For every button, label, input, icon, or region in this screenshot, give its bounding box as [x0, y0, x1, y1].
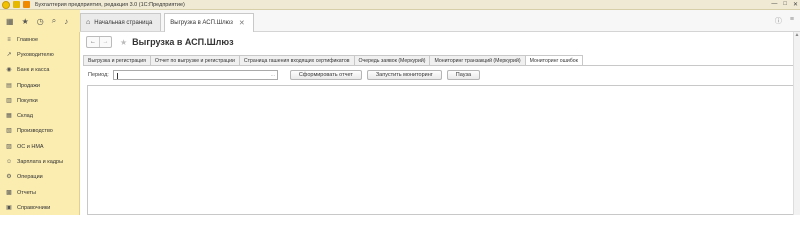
apps-grid-icon[interactable]: ▦: [6, 17, 14, 26]
report-area[interactable]: [87, 85, 795, 215]
sidebar-item-icon: ▨: [6, 143, 12, 150]
sidebar-item-label: Отчеты: [17, 189, 37, 196]
sidebar-item-icon: ▣: [6, 204, 12, 211]
top-toolbar: ▦ ★ ◷ ⌕ ♪ ⌂ Начальная страница Выгрузка …: [0, 10, 800, 32]
sidebar-item[interactable]: ◉ Банк и касса: [0, 63, 79, 78]
sidebar-item[interactable]: ▦ Склад: [0, 108, 79, 123]
start-monitoring-button[interactable]: Запустить мониторинг: [366, 70, 442, 80]
nav-buttons: ← →: [86, 36, 112, 48]
maximize-button[interactable]: □: [783, 1, 787, 8]
tab-home[interactable]: ⌂ Начальная страница: [80, 13, 162, 31]
generate-report-button[interactable]: Сформировать отчет: [289, 70, 362, 80]
scroll-up-icon[interactable]: ▲: [794, 32, 800, 38]
period-label: Период:: [88, 72, 109, 78]
sidebar-item-label: ОС и НМА: [17, 143, 44, 150]
sidebar-item-icon: ⚙: [6, 174, 12, 181]
app-logo-icon: [2, 0, 10, 9]
sidebar-item-label: Банк и касса: [17, 67, 50, 74]
sidebar-item-icon: ☺: [6, 159, 13, 166]
sidebar-item-icon: ◉: [6, 67, 12, 74]
sidebar-item-label: Продажи: [17, 82, 40, 89]
period-input[interactable]: …: [112, 70, 278, 80]
period-select-icon[interactable]: …: [269, 71, 277, 79]
home-icon: ⌂: [86, 19, 91, 26]
close-window-button[interactable]: ✕: [793, 1, 798, 8]
sidebar-item[interactable]: ⚙ Операции: [0, 170, 79, 185]
window-title: Бухгалтерия предприятия, редакция 3.0 (1…: [35, 1, 185, 8]
back-icon[interactable]: [23, 1, 30, 8]
tab-export-asp[interactable]: Выгрузка в АСП.Шлюз ✕: [164, 13, 254, 32]
sidebar-item-icon: ≡: [7, 36, 11, 43]
tab-export-asp-label: Выгрузка в АСП.Шлюз: [170, 20, 233, 26]
menu-icon[interactable]: [13, 1, 20, 8]
window-titlebar: Бухгалтерия предприятия, редакция 3.0 (1…: [0, 0, 800, 10]
open-tabs: ⌂ Начальная страница Выгрузка в АСП.Шлюз…: [80, 13, 257, 32]
favorite-star-icon[interactable]: ★: [120, 38, 127, 47]
sidebar-item-icon: ▦: [6, 113, 12, 120]
history-icon[interactable]: ◷: [37, 17, 44, 26]
star-icon[interactable]: ★: [22, 17, 29, 26]
sidebar-item-label: Главное: [17, 36, 39, 43]
toolbar-icons: ▦ ★ ◷ ⌕ ♪: [0, 10, 80, 32]
sidebar-item[interactable]: ▤ Продажи: [0, 78, 79, 93]
sidebar-item-label: Покупки: [17, 97, 38, 104]
subtabs-divider: [83, 65, 797, 66]
text-cursor: [116, 73, 118, 79]
sidebar-item[interactable]: ☺ Зарплата и кадры: [0, 154, 79, 169]
sidebar-item-label: Руководителю: [17, 51, 54, 58]
sidebar-item[interactable]: ↗ Руководителю: [0, 47, 79, 62]
sidebar-item-label: Склад: [17, 113, 33, 120]
window-controls: — □ ✕: [771, 1, 798, 8]
sidebar-item-icon: ▩: [6, 189, 12, 196]
sidebar-item[interactable]: ▩ Отчеты: [0, 185, 79, 200]
pause-button[interactable]: Пауза: [446, 70, 481, 80]
user-menu-icon[interactable]: ≡: [790, 16, 794, 26]
sidebar: ≡ Главное ↗ Руководителю ◉ Банк и касса ▤ Прода…: [0, 32, 80, 215]
minimize-button[interactable]: —: [771, 1, 777, 8]
sidebar-item-label: Зарплата и кадры: [17, 159, 64, 166]
sidebar-item-label: Операции: [17, 174, 43, 181]
close-tab-icon[interactable]: ✕: [239, 19, 245, 27]
sidebar-item-icon: ▧: [6, 128, 12, 135]
period-form: Период: … Сформировать отчет Запустить м…: [88, 70, 481, 80]
info-icon[interactable]: ⓘ: [775, 16, 782, 26]
vertical-scrollbar[interactable]: ▲: [793, 32, 800, 215]
bell-icon[interactable]: ♪: [64, 17, 68, 26]
main-content: ← → ★ Выгрузка в АСП.Шлюз Выгрузка и рег…: [80, 32, 800, 215]
nav-forward-button[interactable]: →: [99, 37, 111, 47]
page-header: ← → ★ Выгрузка в АСП.Шлюз: [86, 36, 234, 48]
sidebar-item[interactable]: ▧ Производство: [0, 124, 79, 139]
page-title: Выгрузка в АСП.Шлюз: [132, 37, 234, 47]
sidebar-item-icon: ↗: [6, 51, 12, 58]
tab-home-label: Начальная страница: [94, 19, 153, 26]
sidebar-item-icon: ▤: [6, 82, 12, 89]
search-icon[interactable]: ⌕: [52, 16, 56, 26]
nav-back-button[interactable]: ←: [87, 37, 99, 47]
sidebar-item[interactable]: ▨ ОС и НМА: [0, 139, 79, 154]
toolbar-right: ⓘ ≡: [775, 16, 794, 26]
sidebar-item[interactable]: ▥ Покупки: [0, 93, 79, 108]
sidebar-item-label: Производство: [17, 128, 53, 135]
sidebar-item[interactable]: ▣ Справочники: [0, 200, 79, 215]
sidebar-item-label: Справочники: [17, 204, 51, 211]
sidebar-item-icon: ▥: [6, 97, 12, 104]
sidebar-item[interactable]: ≡ Главное: [0, 32, 79, 47]
